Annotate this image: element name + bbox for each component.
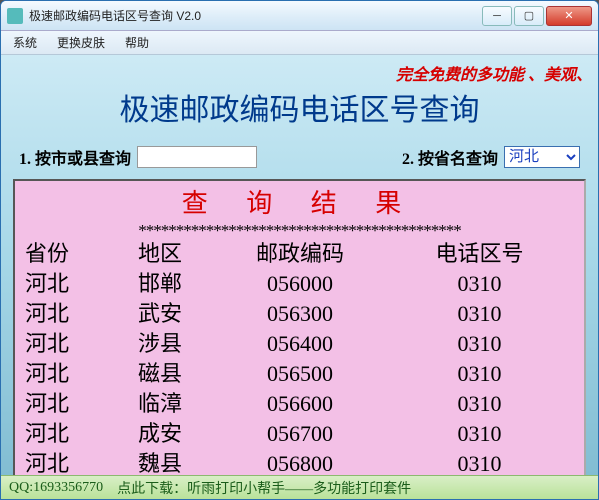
table-body: 河北邯郸0560000310河北武安0563000310河北涉县05640003… [15,269,584,479]
footer-download-link[interactable]: 点此下载：听雨打印小帮手——多功能打印套件 [117,478,411,498]
col-province: 省份 [25,239,105,269]
province-select[interactable]: 河北 [504,146,580,168]
cell-province: 河北 [25,269,105,299]
content-area: 完全免费的多功能 、美观、 极速邮政编码电话区号查询 1. 按市或县查询 2. … [1,55,598,499]
divider-stars: ****************************************… [15,222,584,239]
window-title: 极速邮政编码电话区号查询 V2.0 [29,7,482,24]
cell-postcode: 056500 [215,359,385,389]
close-button[interactable]: ✕ [546,6,592,26]
table-row: 河北涉县0564000310 [15,329,584,359]
col-areacode: 电话区号 [385,239,574,269]
cell-areacode: 0310 [385,359,574,389]
cell-areacode: 0310 [385,419,574,449]
query-bar: 1. 按市或县查询 2. 按省名查询 河北 [1,145,598,179]
table-row: 河北临漳0566000310 [15,389,584,419]
query-label-city: 1. 按市或县查询 [19,145,131,169]
footer-qq[interactable]: QQ:1693356770 [9,480,103,496]
city-input[interactable] [137,146,257,168]
cell-province: 河北 [25,359,105,389]
cell-postcode: 056600 [215,389,385,419]
result-panel: 查 询 结 果 ********************************… [13,179,586,489]
cell-province: 河北 [25,329,105,359]
cell-area: 邯郸 [105,269,215,299]
cell-province: 河北 [25,419,105,449]
window-buttons: ─ ▢ ✕ [482,6,592,26]
cell-area: 成安 [105,419,215,449]
cell-postcode: 056000 [215,269,385,299]
app-icon [7,8,23,24]
cell-area: 磁县 [105,359,215,389]
footer: QQ:1693356770 点此下载：听雨打印小帮手——多功能打印套件 [1,475,598,499]
col-postcode: 邮政编码 [215,239,385,269]
cell-areacode: 0310 [385,329,574,359]
titlebar: 极速邮政编码电话区号查询 V2.0 ─ ▢ ✕ [1,1,598,31]
cell-areacode: 0310 [385,269,574,299]
col-area: 地区 [105,239,215,269]
cell-province: 河北 [25,299,105,329]
table-row: 河北武安0563000310 [15,299,584,329]
menubar: 系统 更换皮肤 帮助 [1,31,598,55]
menu-system[interactable]: 系统 [5,32,45,53]
marquee-text: 完全免费的多功能 、美观、 [396,61,592,85]
cell-postcode: 056700 [215,419,385,449]
query-label-province: 2. 按省名查询 [402,145,498,169]
result-title: 查 询 结 果 [15,181,584,222]
cell-areacode: 0310 [385,299,574,329]
cell-province: 河北 [25,389,105,419]
table-header: 省份 地区 邮政编码 电话区号 [15,239,584,269]
menu-skin[interactable]: 更换皮肤 [49,32,113,53]
cell-areacode: 0310 [385,389,574,419]
menu-help[interactable]: 帮助 [117,32,157,53]
minimize-button[interactable]: ─ [482,6,512,26]
cell-postcode: 056300 [215,299,385,329]
maximize-button[interactable]: ▢ [514,6,544,26]
cell-area: 武安 [105,299,215,329]
table-row: 河北邯郸0560000310 [15,269,584,299]
table-row: 河北磁县0565000310 [15,359,584,389]
cell-area: 临漳 [105,389,215,419]
cell-postcode: 056400 [215,329,385,359]
table-row: 河北成安0567000310 [15,419,584,449]
cell-area: 涉县 [105,329,215,359]
app-window: 极速邮政编码电话区号查询 V2.0 ─ ▢ ✕ 系统 更换皮肤 帮助 完全免费的… [0,0,599,500]
